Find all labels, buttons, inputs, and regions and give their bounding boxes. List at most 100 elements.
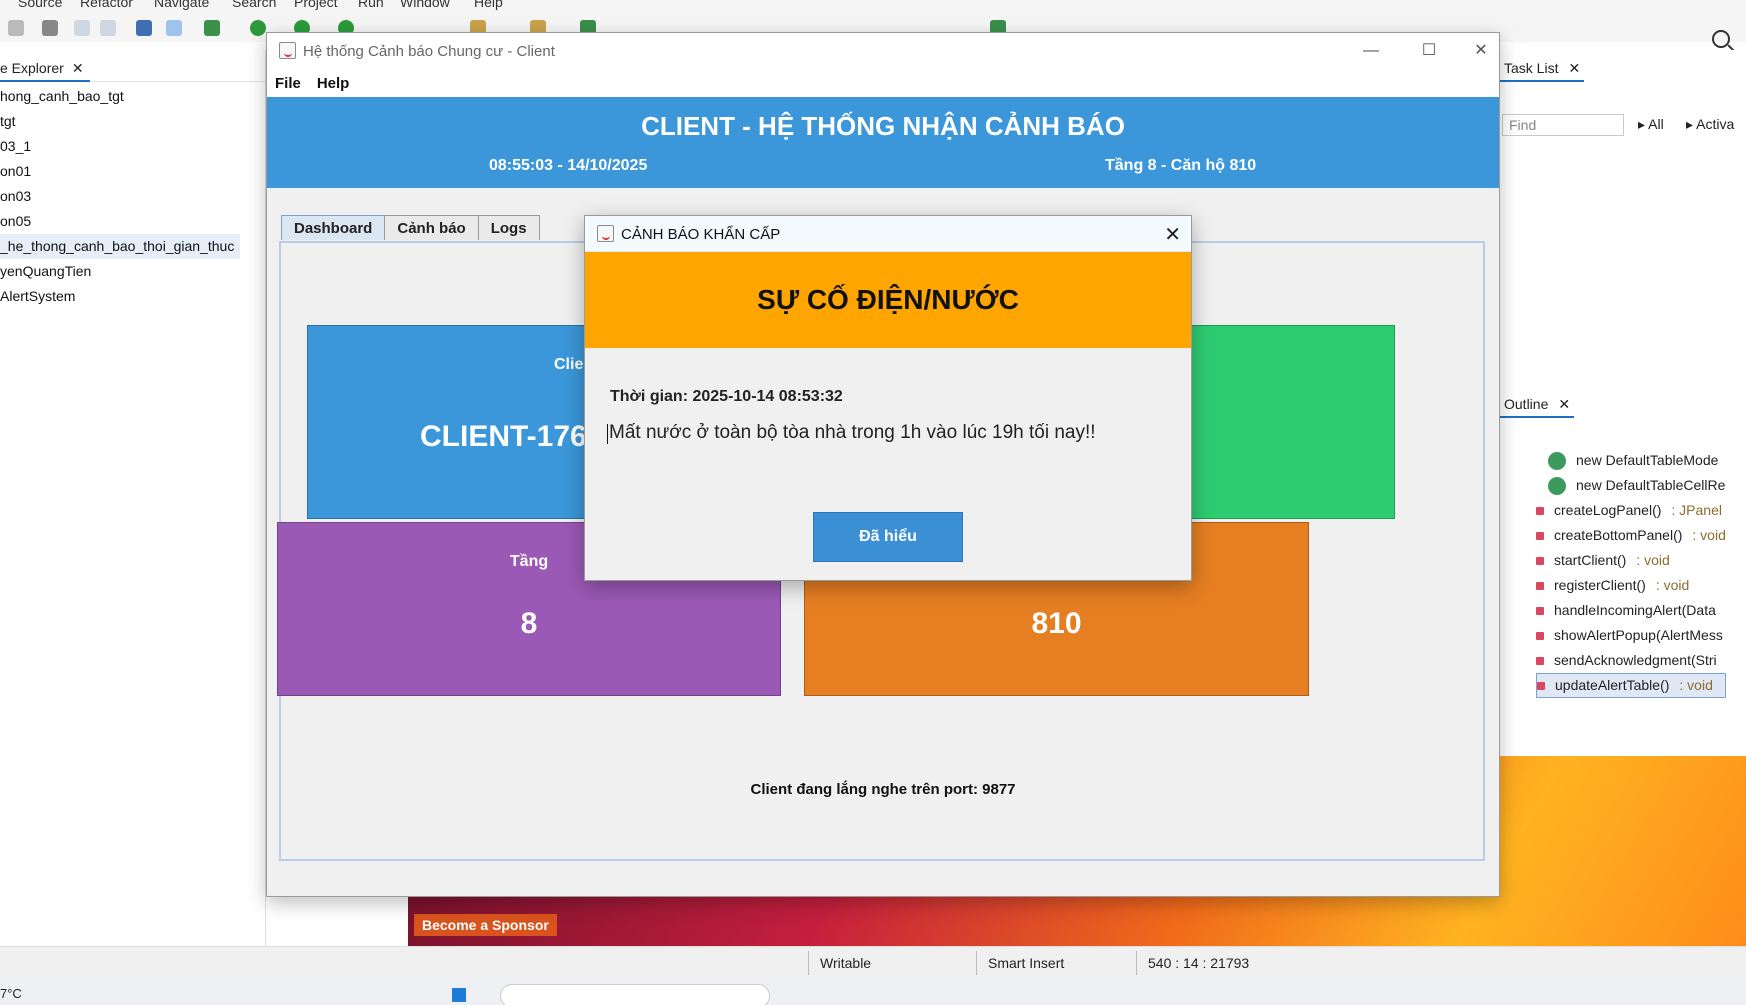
become-sponsor-button[interactable]: Become a Sponsor xyxy=(414,914,557,936)
menu-file[interactable]: File xyxy=(275,75,301,97)
client-titlebar[interactable]: Hệ thống Cảnh báo Chung cư - Client — ☐ … xyxy=(267,33,1499,69)
anonymous-class-icon xyxy=(1548,451,1566,470)
outline-panel: Outline ✕ new DefaultTableMode new Defaul… xyxy=(1498,390,1746,756)
close-icon[interactable]: ✕ xyxy=(1164,222,1181,247)
outline-item[interactable]: createLogPanel() : JPanel xyxy=(1536,498,1726,523)
close-icon[interactable]: ✕ xyxy=(1461,39,1501,63)
status-insert: Smart Insert xyxy=(988,955,1065,971)
menu-run[interactable]: Run xyxy=(358,0,384,10)
outline-item-name: new DefaultTableCellRe xyxy=(1576,477,1726,493)
menu-refactor[interactable]: Refactor xyxy=(80,0,133,10)
close-icon[interactable]: ✕ xyxy=(1568,60,1580,77)
java-app-icon xyxy=(279,42,296,59)
search-icon[interactable] xyxy=(1712,30,1730,48)
menu-source[interactable]: Source xyxy=(18,0,62,10)
menu-help[interactable]: Help xyxy=(317,75,350,97)
outline-item[interactable]: new DefaultTableCellRe xyxy=(1536,473,1726,498)
explorer-item[interactable]: AlertSystem xyxy=(0,284,265,309)
task-find-input[interactable]: Find xyxy=(1502,114,1624,136)
explorer-item[interactable]: on03 xyxy=(0,184,265,209)
tab-strip: Dashboard Cảnh báo Logs xyxy=(281,215,540,240)
tab-outline[interactable]: Outline ✕ xyxy=(1500,392,1575,418)
outline-item-name: new DefaultTableMode xyxy=(1576,452,1719,468)
status-cursor-position: 540 : 14 : 21793 xyxy=(1148,955,1250,971)
task-list-tab-label: Task List xyxy=(1504,60,1559,76)
link-icon[interactable] xyxy=(166,20,182,36)
menu-help[interactable]: Help xyxy=(474,0,503,10)
explorer-item[interactable]: tgt xyxy=(0,109,265,134)
dialog-titlebar[interactable]: CẢNH BÁO KHẨN CẤP ✕ xyxy=(585,216,1191,252)
menu-window[interactable]: Window xyxy=(400,0,450,10)
alert-time: Thời gian: 2025-10-14 08:53:32 xyxy=(610,388,843,405)
emergency-alert-dialog: CẢNH BÁO KHẨN CẤP ✕ SỰ CỐ ĐIỆN/NƯỚC Thời… xyxy=(584,215,1192,581)
tab-alerts[interactable]: Cảnh báo xyxy=(384,215,479,240)
redo-icon[interactable] xyxy=(100,20,116,36)
outline-item[interactable]: showAlertPopup(AlertMess xyxy=(1536,623,1726,648)
acknowledge-button[interactable]: Đã hiểu xyxy=(813,512,963,562)
explorer-item[interactable]: on05 xyxy=(0,209,265,234)
task-filter-all[interactable]: ▸ All xyxy=(1638,116,1664,133)
dialog-title: CẢNH BÁO KHẨN CẤP xyxy=(621,226,781,243)
explorer-item[interactable]: on01 xyxy=(0,159,265,184)
explorer-item-selected[interactable]: _he_thong_canh_bao_thoi_gian_thuc xyxy=(0,234,240,259)
outline-item-name: sendAcknowledgment(Stri xyxy=(1554,652,1717,668)
apartment-location: Tầng 8 - Căn hộ 810 xyxy=(1105,157,1257,174)
windows-start-icon[interactable] xyxy=(452,988,466,1002)
weather-temperature: 7°C xyxy=(0,986,22,1001)
anonymous-class-icon xyxy=(1548,476,1566,495)
explorer-item[interactable]: hong_canh_bao_tgt xyxy=(0,84,265,109)
client-header: CLIENT - HỆ THỐNG NHẬN CẢNH BÁO 08:55:03… xyxy=(267,97,1499,188)
undo-icon[interactable] xyxy=(74,20,90,36)
close-icon[interactable]: ✕ xyxy=(72,60,84,77)
apartment-card-value: 810 xyxy=(1031,607,1082,640)
close-icon[interactable]: ✕ xyxy=(1558,396,1570,413)
explorer-item[interactable]: 03_1 xyxy=(0,134,265,159)
debug-icon[interactable] xyxy=(204,20,220,36)
listening-port-status: Client đang lắng nghe trên port: 9877 xyxy=(750,781,1016,798)
private-method-icon xyxy=(1536,581,1544,590)
package-explorer: e Explorer ✕ hong_canh_bao_tgt tgt 03_1 … xyxy=(0,50,266,946)
outline-item-type: : void xyxy=(1636,552,1670,568)
tab-task-list[interactable]: Task List ✕ xyxy=(1500,56,1585,82)
alert-message[interactable]: Mất nước ở toàn bộ tòa nhà trong 1h vào … xyxy=(607,422,1096,444)
outline-item-type: : void xyxy=(1679,677,1713,693)
private-method-icon xyxy=(1536,631,1544,640)
menu-navigate[interactable]: Navigate xyxy=(154,0,209,10)
java-app-icon xyxy=(597,225,614,242)
tab-logs[interactable]: Logs xyxy=(477,215,540,240)
console-icon[interactable] xyxy=(136,20,152,36)
outline-item[interactable]: startClient() : void xyxy=(1536,548,1726,573)
explorer-item[interactable]: yenQuangTien xyxy=(0,259,265,284)
outline-item[interactable]: new DefaultTableMode xyxy=(1536,448,1726,473)
maximize-icon[interactable]: ☐ xyxy=(1409,39,1449,63)
save-all-icon[interactable] xyxy=(8,20,24,36)
outline-item-type: : void xyxy=(1692,527,1726,543)
os-taskbar: 7°C xyxy=(0,978,1746,1005)
outline-item-name: createLogPanel() xyxy=(1554,502,1662,518)
outline-item-type: : void xyxy=(1655,577,1690,593)
taskbar-search[interactable] xyxy=(500,984,770,1005)
outline-item[interactable]: registerClient() : void xyxy=(1536,573,1726,598)
alert-type-banner: SỰ CỐ ĐIỆN/NƯỚC xyxy=(585,252,1191,348)
outline-item-name: startClient() xyxy=(1554,552,1627,568)
explorer-tab-label: e Explorer xyxy=(0,60,64,76)
client-menubar: File Help xyxy=(267,69,1499,97)
outline-item-name: showAlertPopup(AlertMess xyxy=(1554,627,1723,643)
private-method-icon xyxy=(1536,556,1544,565)
minimize-icon[interactable]: — xyxy=(1351,39,1391,63)
tab-dashboard[interactable]: Dashboard xyxy=(281,215,386,240)
binary-icon[interactable] xyxy=(42,20,58,36)
run-icon[interactable] xyxy=(250,20,266,36)
tab-package-explorer[interactable]: e Explorer ✕ xyxy=(0,56,90,82)
outline-item-selected[interactable]: updateAlertTable() : void xyxy=(1536,673,1726,698)
menu-project[interactable]: Project xyxy=(294,0,338,10)
outline-item[interactable]: createBottomPanel() : void xyxy=(1536,523,1726,548)
task-activate[interactable]: ▸ Activa xyxy=(1686,116,1734,133)
outline-item[interactable]: handleIncomingAlert(Data xyxy=(1536,598,1726,623)
menu-search[interactable]: Search xyxy=(232,0,276,10)
outline-item[interactable]: sendAcknowledgment(Stri xyxy=(1536,648,1726,673)
current-datetime: 08:55:03 - 14/10/2025 xyxy=(489,157,648,174)
private-method-icon xyxy=(1536,606,1544,615)
ide-statusbar: Writable Smart Insert 540 : 14 : 21793 xyxy=(0,946,1746,978)
private-method-icon xyxy=(1536,531,1544,540)
